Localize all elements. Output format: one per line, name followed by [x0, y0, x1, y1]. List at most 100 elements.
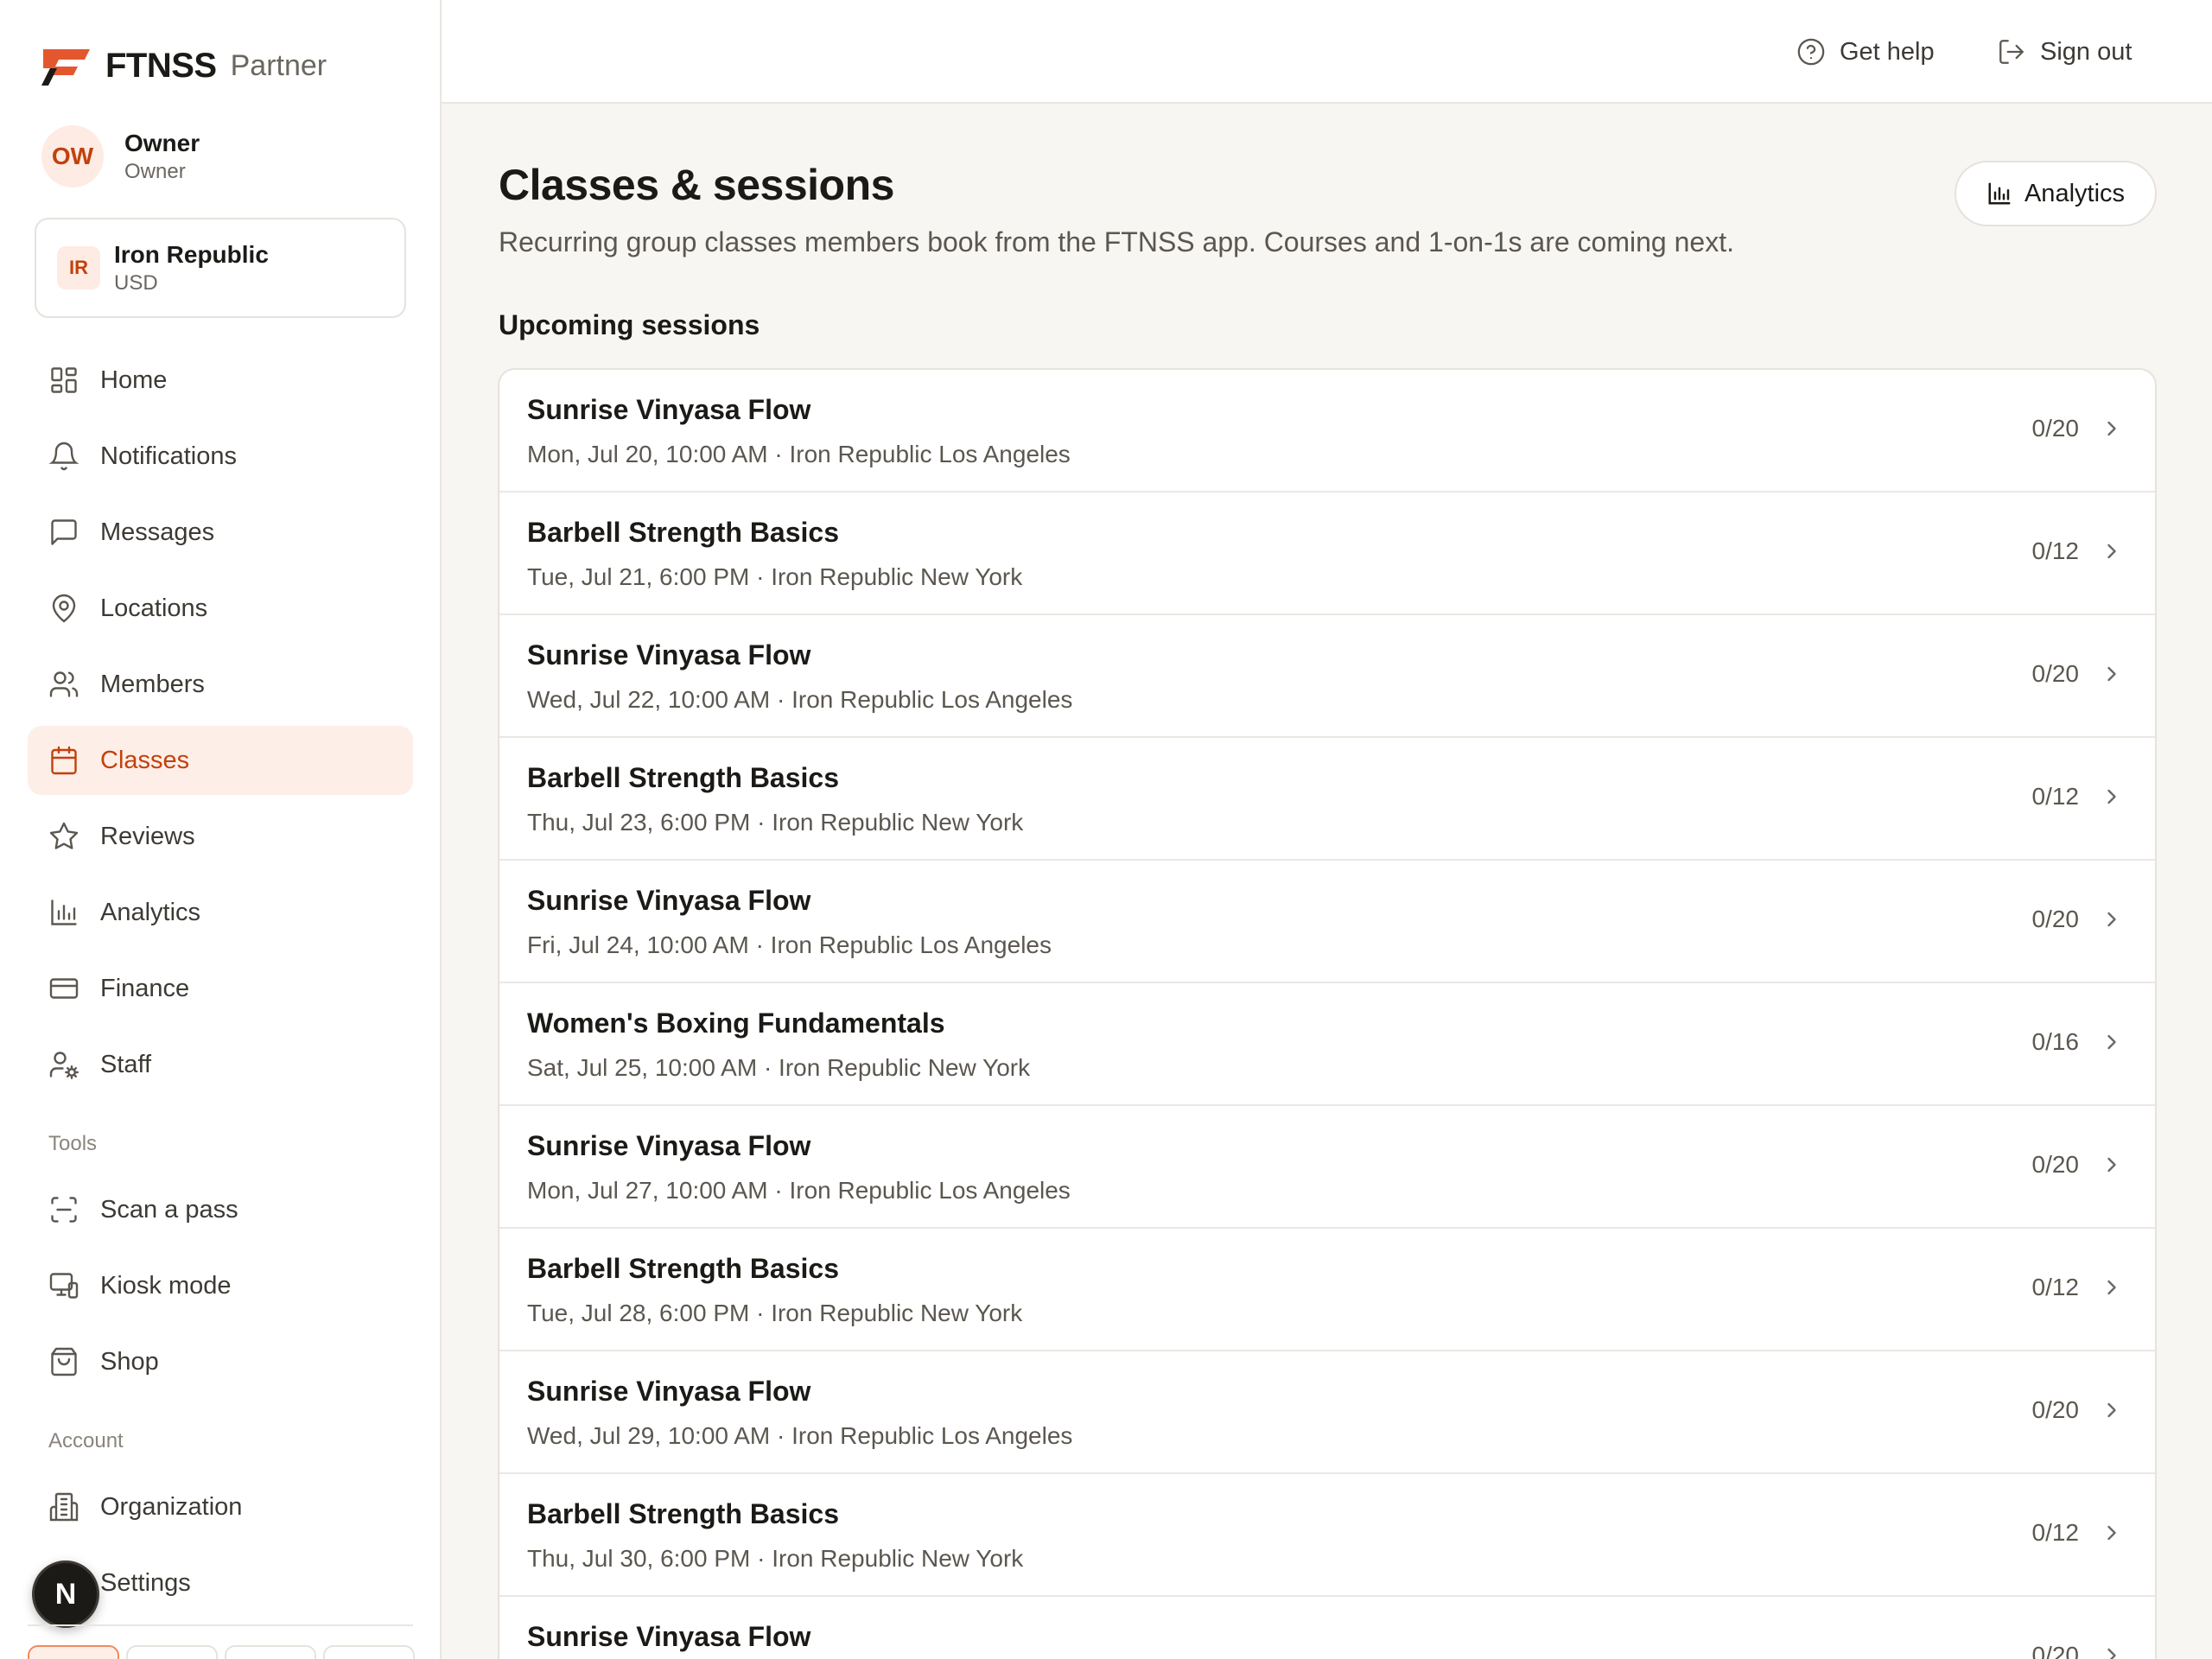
sidebar-item-label: Staff [100, 1050, 152, 1078]
session-details: Tue, Jul 21, 6:00 PM · Iron Republic New… [527, 563, 1023, 590]
brand[interactable]: FTNSS Partner [40, 43, 327, 88]
sidebar-footer-tab[interactable] [126, 1645, 218, 1659]
session-row[interactable]: Sunrise Vinyasa Flow Mon, Jul 20, 10:00 … [499, 370, 2155, 493]
session-details: Tue, Jul 28, 6:00 PM · Iron Republic New… [527, 1300, 1023, 1326]
session-row[interactable]: Barbell Strength Basics Thu, Jul 23, 6:0… [499, 738, 2155, 861]
session-capacity: 0/12 [2031, 1274, 2080, 1300]
sidebar-item-label: Messages [100, 518, 215, 546]
sidebar-item-label: Home [100, 365, 168, 394]
session-capacity: 0/16 [2031, 1028, 2080, 1055]
sidebar-item-analytics[interactable]: Analytics [28, 878, 413, 947]
session-details: Sat, Jul 25, 10:00 AM · Iron Republic Ne… [527, 1054, 1031, 1081]
sidebar-item-messages[interactable]: Messages [28, 498, 413, 567]
sidebar-item-notifications[interactable]: Notifications [28, 422, 413, 491]
session-title: Sunrise Vinyasa Flow [527, 1130, 811, 1161]
sidebar-item-label: Kiosk mode [100, 1271, 232, 1300]
chevron-right-icon [2100, 1398, 2124, 1422]
sidebar-item-label: Settings [100, 1568, 191, 1597]
organization-avatar: IR [57, 246, 100, 289]
organization-switcher[interactable]: IR Iron Republic USD [35, 218, 406, 318]
session-row[interactable]: Barbell Strength Basics Tue, Jul 21, 6:0… [499, 493, 2155, 615]
sessions-list: Sunrise Vinyasa Flow Mon, Jul 20, 10:00 … [498, 368, 2157, 1659]
sidebar-footer-tab[interactable] [28, 1645, 119, 1659]
sidebar-item-reviews[interactable]: Reviews [28, 802, 413, 871]
session-row[interactable]: Sunrise Vinyasa Flow Wed, Jul 22, 10:00 … [499, 615, 2155, 738]
chevron-right-icon [2100, 1275, 2124, 1300]
session-row[interactable]: Barbell Strength Basics Tue, Jul 28, 6:0… [499, 1229, 2155, 1351]
sidebar-item-label: Classes [100, 746, 190, 774]
sidebar-footer-tab[interactable] [323, 1645, 415, 1659]
session-capacity: 0/20 [2031, 1396, 2080, 1423]
user-cog-icon [48, 1049, 79, 1080]
sidebar-item-organization[interactable]: Organization [28, 1472, 413, 1541]
session-row[interactable]: Women's Boxing Fundamentals Sat, Jul 25,… [499, 983, 2155, 1106]
credit-card-icon [48, 973, 79, 1004]
session-row[interactable]: Sunrise Vinyasa Flow 0/20 [499, 1597, 2155, 1659]
session-capacity: 0/20 [2031, 1642, 2080, 1659]
dev-tools-badge[interactable]: N [32, 1560, 99, 1628]
sidebar-item-classes[interactable]: Classes [28, 726, 413, 795]
bar-chart-icon [1986, 181, 2012, 207]
chevron-right-icon [2100, 662, 2124, 686]
analytics-button[interactable]: Analytics [1955, 161, 2157, 226]
session-details: Thu, Jul 30, 6:00 PM · Iron Republic New… [527, 1545, 1024, 1572]
ftnss-logo-icon [40, 44, 92, 87]
session-capacity: 0/20 [2031, 906, 2080, 932]
grid-icon [48, 365, 79, 396]
session-title: Barbell Strength Basics [527, 1253, 839, 1284]
session-details: Thu, Jul 23, 6:00 PM · Iron Republic New… [527, 809, 1024, 836]
sidebar-item-locations[interactable]: Locations [28, 574, 413, 643]
session-capacity: 0/20 [2031, 1151, 2080, 1178]
sidebar-item-shop[interactable]: Shop [28, 1327, 413, 1396]
session-row[interactable]: Sunrise Vinyasa Flow Fri, Jul 24, 10:00 … [499, 861, 2155, 983]
page-description: Recurring group classes members book fro… [499, 226, 1734, 257]
help-circle-icon [1796, 37, 1826, 67]
sidebar-item-label: Finance [100, 974, 190, 1002]
session-title: Sunrise Vinyasa Flow [527, 885, 811, 916]
analytics-button-label: Analytics [2024, 179, 2126, 207]
sidebar-footer-tab[interactable] [225, 1645, 316, 1659]
session-capacity: 0/12 [2031, 537, 2080, 564]
chevron-right-icon [2100, 1643, 2124, 1659]
sidebar-item-staff[interactable]: Staff [28, 1030, 413, 1099]
sidebar-item-label: Notifications [100, 442, 237, 470]
session-title: Sunrise Vinyasa Flow [527, 639, 811, 671]
monitor-icon [48, 1270, 79, 1301]
section-label-account: Account [48, 1429, 124, 1452]
session-row[interactable]: Sunrise Vinyasa Flow Mon, Jul 27, 10:00 … [499, 1106, 2155, 1229]
sidebar-item-kiosk-mode[interactable]: Kiosk mode [28, 1251, 413, 1320]
sidebar-item-scan-a-pass[interactable]: Scan a pass [28, 1175, 413, 1244]
sign-out-button[interactable]: Sign out [1997, 33, 2132, 71]
sidebar-item-label: Shop [100, 1347, 159, 1376]
get-help-button[interactable]: Get help [1796, 33, 1935, 71]
users-icon [48, 669, 79, 700]
chevron-right-icon [2100, 1030, 2124, 1054]
sign-out-label: Sign out [2040, 37, 2133, 66]
sidebar-item-label: Organization [100, 1492, 243, 1521]
session-title: Women's Boxing Fundamentals [527, 1007, 945, 1039]
user-profile[interactable]: OW Owner Owner [41, 125, 200, 188]
log-out-icon [1997, 37, 2026, 67]
chevron-right-icon [2100, 907, 2124, 931]
map-pin-icon [48, 593, 79, 624]
sidebar-item-home[interactable]: Home [28, 346, 413, 415]
shopping-bag-icon [48, 1346, 79, 1377]
chevron-right-icon [2100, 1521, 2124, 1545]
chevron-right-icon [2100, 416, 2124, 441]
session-row[interactable]: Barbell Strength Basics Thu, Jul 30, 6:0… [499, 1474, 2155, 1597]
user-role: Owner [124, 160, 186, 183]
session-details: Fri, Jul 24, 10:00 AM · Iron Republic Lo… [527, 931, 1052, 958]
page-title: Classes & sessions [499, 161, 894, 209]
session-title: Barbell Strength Basics [527, 1498, 839, 1529]
section-title-upcoming-sessions: Upcoming sessions [499, 309, 760, 340]
session-details: Mon, Jul 20, 10:00 AM · Iron Republic Lo… [527, 441, 1071, 467]
session-row[interactable]: Sunrise Vinyasa Flow Wed, Jul 29, 10:00 … [499, 1351, 2155, 1474]
organization-name: Iron Republic [114, 241, 269, 268]
sidebar: FTNSS Partner OW Owner Owner IR Iron Rep… [0, 0, 442, 1659]
sidebar-item-label: Analytics [100, 898, 201, 926]
sidebar-item-members[interactable]: Members [28, 650, 413, 719]
sidebar-item-finance[interactable]: Finance [28, 954, 413, 1023]
bell-icon [48, 441, 79, 472]
brand-suffix: Partner [230, 48, 327, 82]
session-title: Sunrise Vinyasa Flow [527, 1376, 811, 1407]
